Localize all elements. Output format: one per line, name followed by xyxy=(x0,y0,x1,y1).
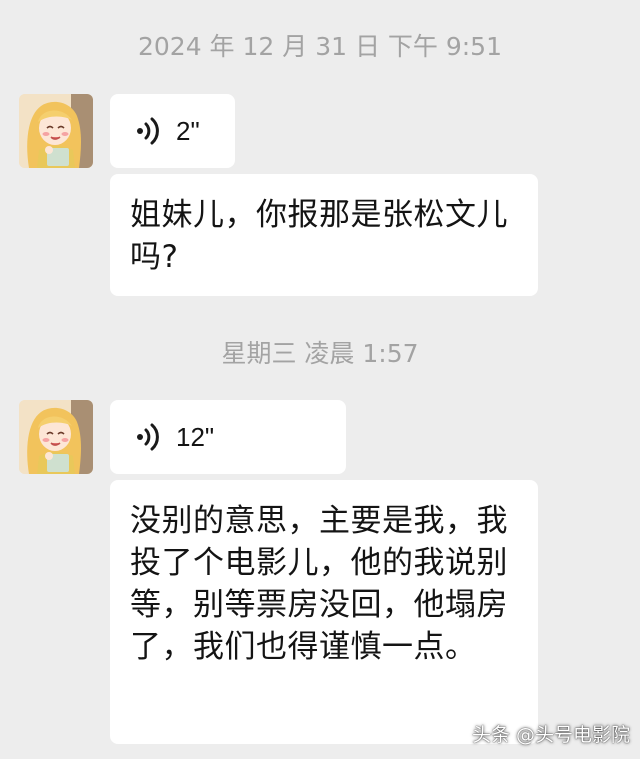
voice-duration: 2" xyxy=(176,115,200,146)
timestamp: 星期三 凌晨 1:57 xyxy=(221,339,419,368)
message-text: 没别的意思，主要是我，我投了个电影儿，他的我说别等，别等票房没回，他塌房了，我们… xyxy=(130,503,508,665)
avatar[interactable] xyxy=(19,400,93,474)
message-text: 姐妹儿，你报那是张松文儿吗? xyxy=(130,197,508,275)
avatar-image xyxy=(19,400,93,474)
voice-message-bubble[interactable]: 2" xyxy=(110,94,235,168)
text-message-bubble[interactable]: 姐妹儿，你报那是张松文儿吗? xyxy=(110,174,538,296)
avatar-image xyxy=(19,94,93,168)
watermark: 头条 @头号电影院 xyxy=(471,724,630,746)
voice-duration: 12" xyxy=(176,421,215,452)
voice-message-bubble[interactable]: 12" xyxy=(110,400,346,474)
avatar[interactable] xyxy=(19,94,93,168)
timestamp: 2024 年 12 月 31 日 下午 9:51 xyxy=(137,32,502,61)
voice-wave-icon xyxy=(137,423,159,451)
text-message-bubble[interactable]: 没别的意思，主要是我，我投了个电影儿，他的我说别等，别等票房没回，他塌房了，我们… xyxy=(110,480,538,744)
voice-wave-icon xyxy=(137,117,159,145)
